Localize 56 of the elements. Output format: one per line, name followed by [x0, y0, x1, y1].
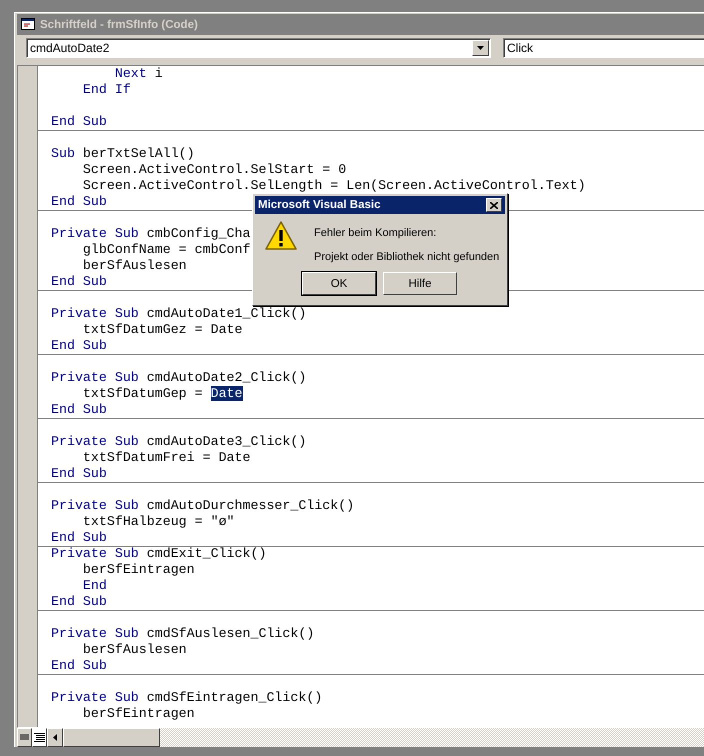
code-line: End If	[82, 82, 131, 98]
code-line: Private Sub cmdAutoDate3_Click()	[51, 434, 306, 450]
dialog-button[interactable]: Hilfe	[383, 272, 457, 295]
code-line: berSfAuslesen	[82, 258, 187, 274]
code-line: Private Sub cmdAutoDurchmesser_Click()	[51, 498, 354, 514]
close-button[interactable]	[486, 198, 502, 212]
horizontal-scrollbar[interactable]	[47, 728, 704, 747]
code-line: Private Sub cmdAutoDate2_Click()	[51, 370, 306, 386]
code-line: txtSfDatumGep = Date	[82, 386, 243, 402]
scroll-left-button[interactable]	[47, 728, 63, 747]
code-line: End Sub	[51, 594, 107, 610]
code-line: End	[82, 578, 107, 594]
full-module-view-button[interactable]	[32, 728, 47, 747]
code-window-icon	[21, 18, 35, 31]
code-line: End Sub	[51, 466, 107, 482]
window-title: Schriftfeld - frmSfInfo (Code)	[40, 18, 198, 30]
code-line: berSfEintragen	[82, 562, 195, 578]
code-line: Private Sub cmbConfig_Cha	[51, 226, 250, 242]
code-line: End Sub	[51, 194, 107, 210]
code-line: End Sub	[51, 530, 107, 546]
code-line: Private Sub cmdAutoDate1_Click()	[51, 306, 306, 322]
code-line: berSfEintragen	[82, 706, 195, 722]
code-line: End Sub	[51, 658, 107, 674]
procedure-name: Click	[506, 41, 534, 55]
code-line: Private Sub cmdExit_Click()	[51, 546, 266, 562]
procedure-dropdown[interactable]: Click	[503, 38, 704, 58]
code-line: txtSfHalbzeug = "ø"	[82, 514, 235, 530]
caret-icon	[477, 46, 484, 50]
code-line: Screen.ActiveControl.SelStart = 0	[82, 162, 346, 178]
code-line: glbConfName = cmbConf	[82, 242, 250, 258]
code-line: Sub berTxtSelAll()	[51, 146, 195, 162]
code-line: End Sub	[51, 402, 107, 418]
message-text: Projekt oder Bibliothek nicht gefunden	[314, 251, 500, 263]
code-line: berSfAuslesen	[82, 642, 187, 658]
code-line: End Sub	[51, 338, 107, 354]
full-module-view-icon	[34, 733, 45, 742]
code-line: End Sub	[51, 274, 107, 290]
dialog-title: Microsoft Visual Basic	[258, 199, 382, 211]
procedure-view-icon	[20, 734, 29, 741]
warning-icon	[265, 221, 297, 251]
procedure-view-button[interactable]	[17, 728, 32, 747]
code-line: End Sub	[51, 114, 107, 130]
code-line: Next i	[114, 66, 163, 82]
dropdown-button[interactable]	[472, 40, 489, 56]
object-dropdown[interactable]: cmdAutoDate2	[26, 38, 491, 58]
scroll-thumb[interactable]	[63, 728, 160, 747]
code-line: txtSfDatumGez = Date	[82, 322, 243, 338]
code-line: Screen.ActiveControl.SelLength = Len(Screen.ActiveControl.Text)	[82, 178, 586, 194]
left-arrow-icon	[53, 734, 57, 741]
message-text: Fehler beim Kompilieren:	[314, 227, 438, 239]
code-line: txtSfDatumFrei = Date	[82, 450, 250, 466]
code-line: Private Sub cmdSfAuslesen_Click()	[51, 626, 314, 642]
dialog-button[interactable]: OK	[302, 272, 376, 295]
code-line: Private Sub cmdSfEintragen_Click()	[51, 690, 322, 706]
object-name: cmdAutoDate2	[29, 41, 110, 55]
close-icon	[490, 202, 498, 208]
